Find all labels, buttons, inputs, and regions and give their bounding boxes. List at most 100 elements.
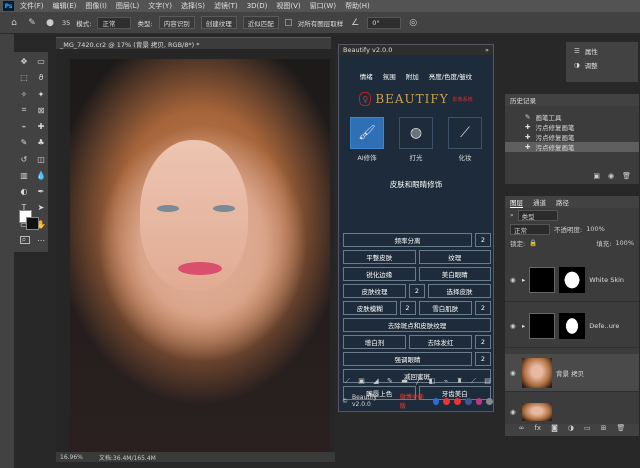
gradient-tool-icon[interactable]: ▥: [18, 170, 30, 181]
line-icon[interactable]: ╱: [416, 377, 420, 389]
brightener-button[interactable]: 增白剂: [343, 335, 406, 349]
tab-layers[interactable]: 图层: [510, 197, 523, 208]
sharpen-edges-button[interactable]: 锐化边缘: [343, 267, 416, 281]
menu-file[interactable]: 文件(F): [20, 1, 44, 11]
mode-lighting[interactable]: ◍ 打光: [396, 117, 436, 163]
smooth-skin-button[interactable]: 平整皮肤: [343, 250, 416, 264]
quick-mask-icon[interactable]: [20, 236, 30, 244]
instagram-icon[interactable]: [475, 397, 483, 405]
dropper-icon[interactable]: ⌁: [444, 377, 448, 389]
eye-icon[interactable]: ◉: [510, 276, 518, 284]
adjustment-layer-icon[interactable]: ◑: [568, 424, 574, 436]
remove-spots-button[interactable]: 去除斑点和皮肤纹理: [343, 318, 491, 332]
new-group-icon[interactable]: ▭: [584, 424, 591, 436]
skin-texture-count[interactable]: 2: [409, 284, 425, 298]
wand-icon[interactable]: ⟋: [471, 377, 476, 389]
tab-atmosphere[interactable]: 氛围: [383, 71, 396, 81]
layer-row[interactable]: ◉ ▸ Defe..ure: [505, 304, 639, 348]
eye-icon[interactable]: ◉: [510, 322, 518, 330]
more-tools-icon[interactable]: ⋯: [35, 235, 47, 246]
crop-tool-icon[interactable]: ⌗: [18, 105, 30, 116]
menu-layer[interactable]: 图层(L): [116, 1, 139, 11]
eye-icon[interactable]: ◉: [510, 408, 518, 416]
eye-icon[interactable]: ◉: [510, 369, 518, 377]
trash-icon[interactable]: 🗑: [622, 172, 631, 180]
pressure-icon[interactable]: ◎: [407, 17, 419, 29]
eraser-tool-icon[interactable]: ◫: [35, 154, 47, 165]
fx-icon[interactable]: fx: [534, 424, 541, 436]
frequency-separation-count[interactable]: 2: [475, 233, 491, 247]
menu-3d[interactable]: 3D(D): [247, 2, 268, 10]
background-color-swatch[interactable]: [26, 217, 39, 230]
adjustments-item[interactable]: ◑ 调整: [566, 56, 638, 70]
menu-window[interactable]: 窗口(W): [310, 1, 336, 11]
content-aware-button[interactable]: 内容识别: [158, 16, 195, 29]
remove-redness-button[interactable]: 去除发红: [409, 335, 472, 349]
history-item[interactable]: ✎ 画笔工具: [505, 112, 639, 122]
contrast-icon[interactable]: ◧: [429, 377, 436, 389]
tab-extra[interactable]: 附加: [406, 71, 419, 81]
remove-redness-count[interactable]: 2: [475, 335, 491, 349]
menu-view[interactable]: 视图(V): [276, 1, 300, 11]
brush-preset-icon[interactable]: ●: [44, 17, 56, 29]
eyedropper-tool-icon[interactable]: ⌁: [18, 121, 30, 132]
menu-select[interactable]: 选择(S): [181, 1, 205, 11]
history-title[interactable]: 历史记录: [505, 94, 639, 106]
brush-icon[interactable]: ⟋: [345, 377, 350, 389]
skin-blur-count[interactable]: 2: [399, 301, 416, 315]
spot-healing-brush-icon[interactable]: ✎: [26, 17, 38, 29]
lasso-tool-icon[interactable]: ϑ: [35, 72, 47, 83]
layer-row[interactable]: ◉ ▸ White Skin: [505, 258, 639, 302]
history-item[interactable]: ✚ 污点修复画笔: [505, 122, 639, 132]
eraser-icon[interactable]: ◢: [373, 377, 378, 389]
skin-texture-button[interactable]: 皮肤纹理: [343, 284, 406, 298]
move-tool-icon[interactable]: ✥: [18, 56, 30, 67]
camera-icon[interactable]: ◉: [608, 172, 614, 180]
history-brush-tool-icon[interactable]: ↺: [18, 154, 30, 165]
document-tab[interactable]: _MG_7420.cr2 @ 17% (背景 拷贝, RGB/8*) *: [56, 37, 331, 49]
whiten-eyes-button[interactable]: 美白眼睛: [418, 267, 491, 281]
collapse-icon[interactable]: »: [485, 46, 489, 54]
tab-mood[interactable]: 情绪: [360, 71, 373, 81]
pen-icon[interactable]: ✎: [387, 377, 393, 389]
menu-type[interactable]: 文字(Y): [148, 1, 172, 11]
menu-filter[interactable]: 滤镜(T): [214, 1, 238, 11]
path-select-tool-icon[interactable]: ➤: [35, 202, 47, 213]
image-icon[interactable]: ▤: [484, 377, 491, 389]
proximity-match-button[interactable]: 近似匹配: [242, 16, 279, 29]
facebook-icon[interactable]: [464, 397, 472, 405]
skin-blur-button[interactable]: 皮肤模糊: [343, 301, 397, 315]
zoom-level[interactable]: 16.96%: [60, 454, 83, 461]
tab-channels[interactable]: 通道: [533, 197, 546, 207]
new-layer-icon[interactable]: ⊞: [601, 424, 607, 436]
stamp-tool-icon[interactable]: ♣: [35, 137, 47, 148]
sample-all-layers-checkbox[interactable]: [284, 19, 292, 26]
snow-skin-button[interactable]: 雪白肌肤: [418, 301, 472, 315]
blend-mode-select[interactable]: 正常: [510, 223, 550, 235]
emphasize-eyes-count[interactable]: 2: [475, 352, 491, 366]
mode-select[interactable]: 正常: [97, 16, 132, 29]
texture-button[interactable]: 纹理: [418, 250, 491, 264]
quick-select-tool-icon[interactable]: ✧: [18, 89, 30, 100]
mode-ai-retouch[interactable]: 🖌 AI修饰: [347, 117, 387, 163]
home-icon[interactable]: ⌂: [8, 17, 20, 29]
youtube-icon[interactable]: [454, 397, 461, 405]
snapshot-icon[interactable]: ▣: [593, 172, 600, 180]
mode-makeup[interactable]: ⟋ 化妆: [445, 117, 485, 163]
magic-wand-tool-icon[interactable]: ✦: [35, 89, 47, 100]
dodge-tool-icon[interactable]: ◐: [18, 186, 30, 197]
opacity-input[interactable]: 100%: [586, 225, 605, 233]
menu-help[interactable]: 帮助(H): [345, 1, 370, 11]
frequency-separation-button[interactable]: 频率分离: [343, 233, 472, 247]
menu-edit[interactable]: 编辑(E): [53, 1, 77, 11]
layer-row-selected[interactable]: ◉ 背景 拷贝: [505, 354, 639, 392]
link-icon[interactable]: ∞: [519, 424, 525, 436]
globe-icon[interactable]: [432, 397, 440, 405]
layer-kind-select[interactable]: 类型: [517, 209, 558, 221]
properties-item[interactable]: ☰ 属性: [566, 42, 638, 56]
settings-icon[interactable]: [486, 397, 493, 405]
menu-image[interactable]: 图像(I): [85, 1, 107, 11]
snow-skin-count[interactable]: 2: [475, 301, 491, 315]
trash-icon[interactable]: 🗑: [616, 424, 625, 436]
lock-icon[interactable]: 🔒: [529, 239, 537, 247]
